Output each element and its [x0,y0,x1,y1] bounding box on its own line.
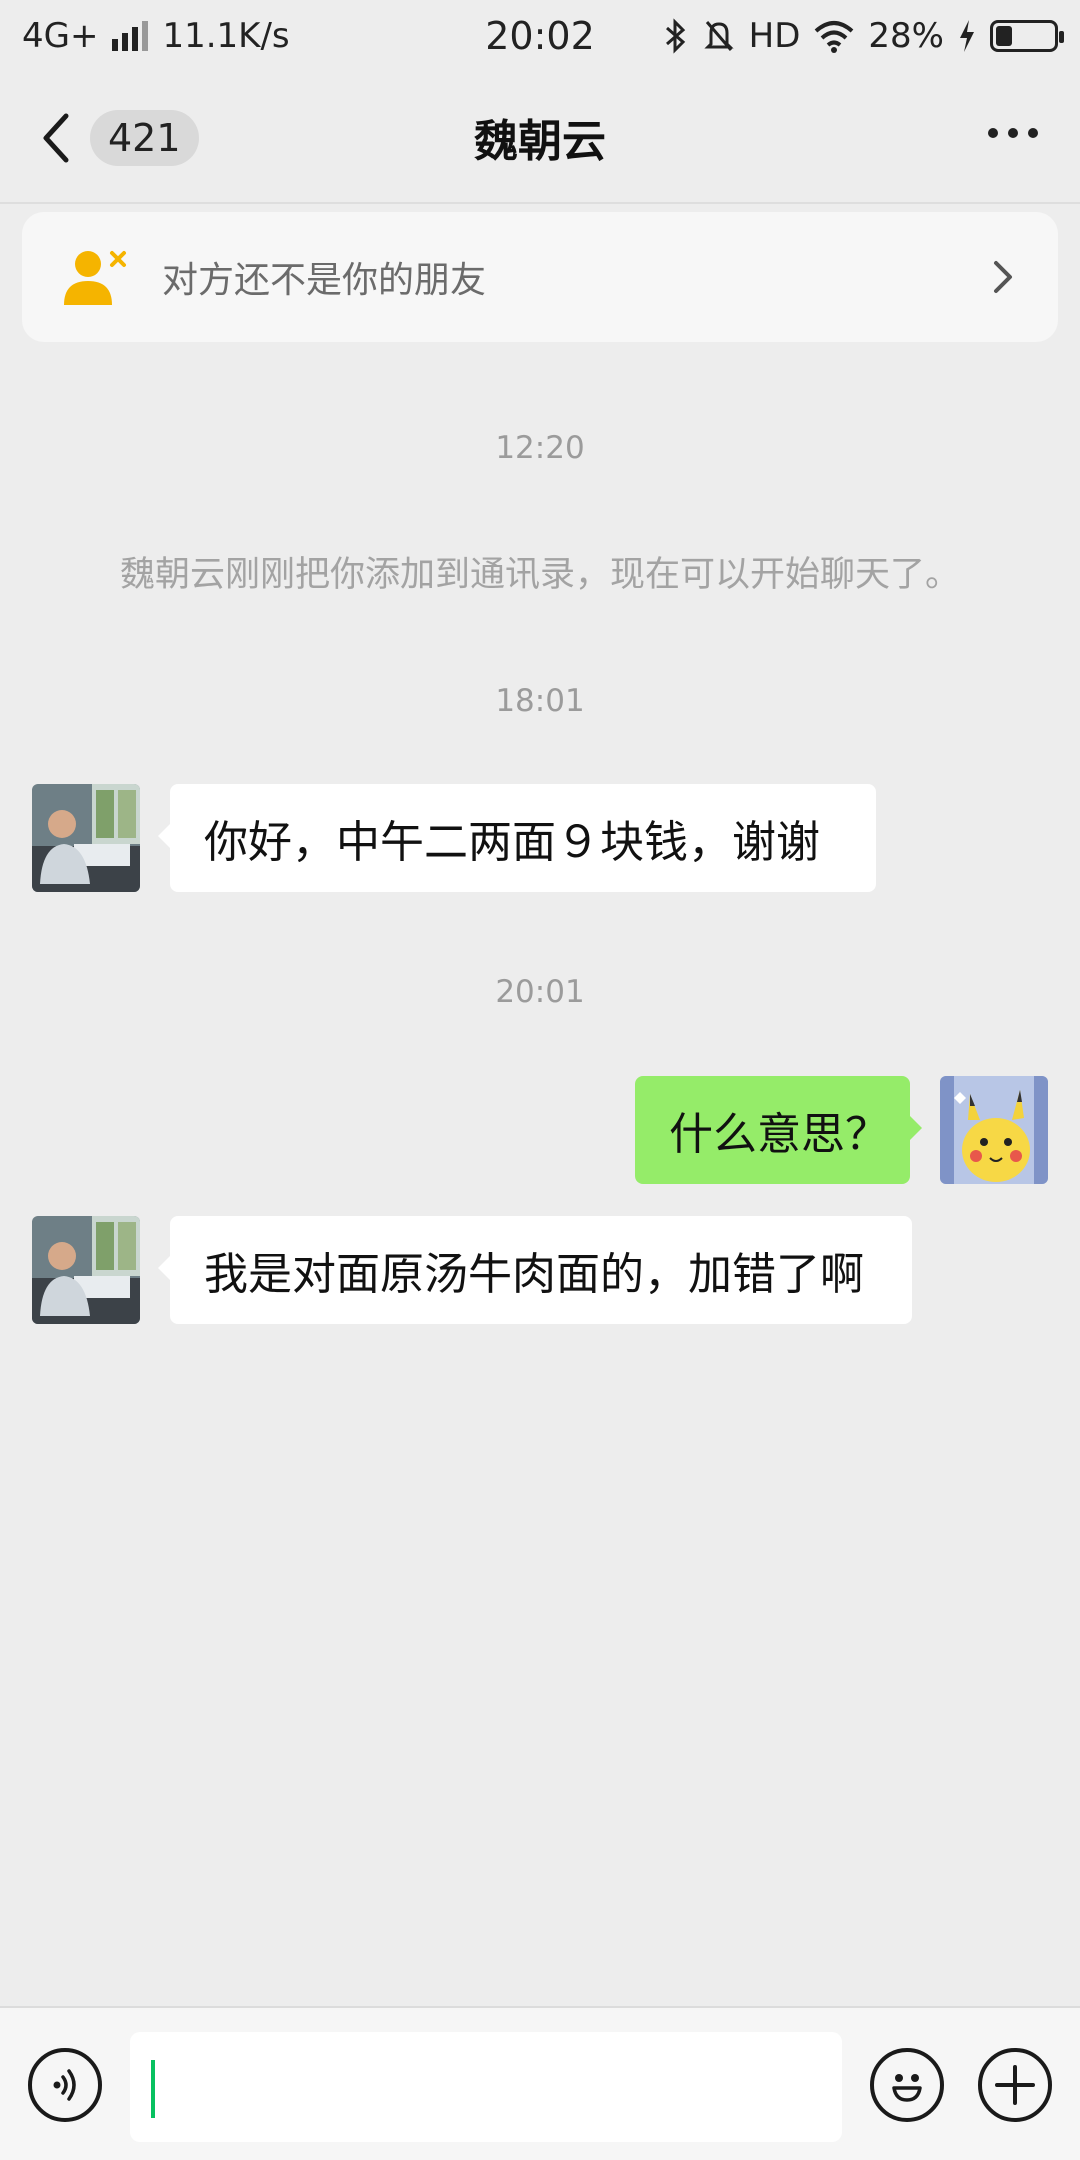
contact-avatar-image [32,784,140,892]
unread-count-badge: 421 [90,110,199,166]
charging-icon [960,20,974,52]
outgoing-message-bubble[interactable]: 什么意思？ [635,1076,922,1184]
message-text: 什么意思？ [669,1109,889,1160]
voice-input-button[interactable] [28,2048,102,2122]
timestamp: 18:01 [495,683,585,719]
my-avatar[interactable] [940,1076,1048,1184]
network-type: 4G+ [22,16,99,56]
more-dot-icon [988,128,998,138]
voice-icon [53,2069,76,2101]
wifi-icon [815,21,854,53]
hd-indicator: HD [748,16,801,56]
incoming-message-bubble[interactable]: 你好，中午二两面９块钱，谢谢 [158,784,876,892]
status-right: HD 28% [663,16,1064,56]
signal-icon [112,21,149,51]
chat-title: 魏朝云 [474,116,606,167]
battery-icon [990,20,1064,52]
message-input[interactable] [130,2032,842,2142]
chevron-right-icon [994,261,1012,293]
back-button[interactable]: 421 [36,108,199,168]
status-left: 4G+ 11.1K/s [22,16,290,56]
not-friend-banner[interactable]: 对方还不是你的朋友 [22,212,1058,342]
pikachu-avatar-image [940,1076,1048,1184]
timestamp: 12:20 [495,430,585,466]
text-cursor [151,2060,155,2118]
plus-icon [995,2065,1035,2105]
smiley-icon [892,2074,922,2102]
system-message: 魏朝云刚刚把你添加到通讯录，现在可以开始聊天了。 [119,555,960,595]
chevron-left-icon [43,113,69,163]
bluetooth-icon [665,18,685,54]
network-speed: 11.1K/s [162,16,290,56]
emoji-button[interactable] [870,2048,944,2122]
incoming-message-bubble[interactable]: 我是对面原汤牛肉面的，加错了啊 [158,1216,912,1324]
bell-off-icon [704,21,734,51]
message-text: 我是对面原汤牛肉面的，加错了啊 [204,1249,864,1300]
status-bar: 4G+ 11.1K/s 20:02 HD 28% [0,0,1080,72]
battery-level [996,26,1012,46]
contact-avatar[interactable] [32,1216,140,1324]
more-dot-icon [1008,128,1018,138]
contact-avatar[interactable] [32,784,140,892]
not-friend-text: 对方还不是你的朋友 [162,260,487,301]
more-options-button[interactable] [988,128,1038,138]
more-dot-icon [1028,128,1038,138]
message-input-bar [0,2006,1080,2160]
battery-percent: 28% [868,16,944,56]
user-remove-icon [64,251,126,305]
chat-header: 421 魏朝云 [0,72,1080,204]
timestamp: 20:01 [495,974,585,1010]
contact-avatar-image [32,1216,140,1324]
more-functions-button[interactable] [978,2048,1052,2122]
message-text: 你好，中午二两面９块钱，谢谢 [204,817,820,868]
